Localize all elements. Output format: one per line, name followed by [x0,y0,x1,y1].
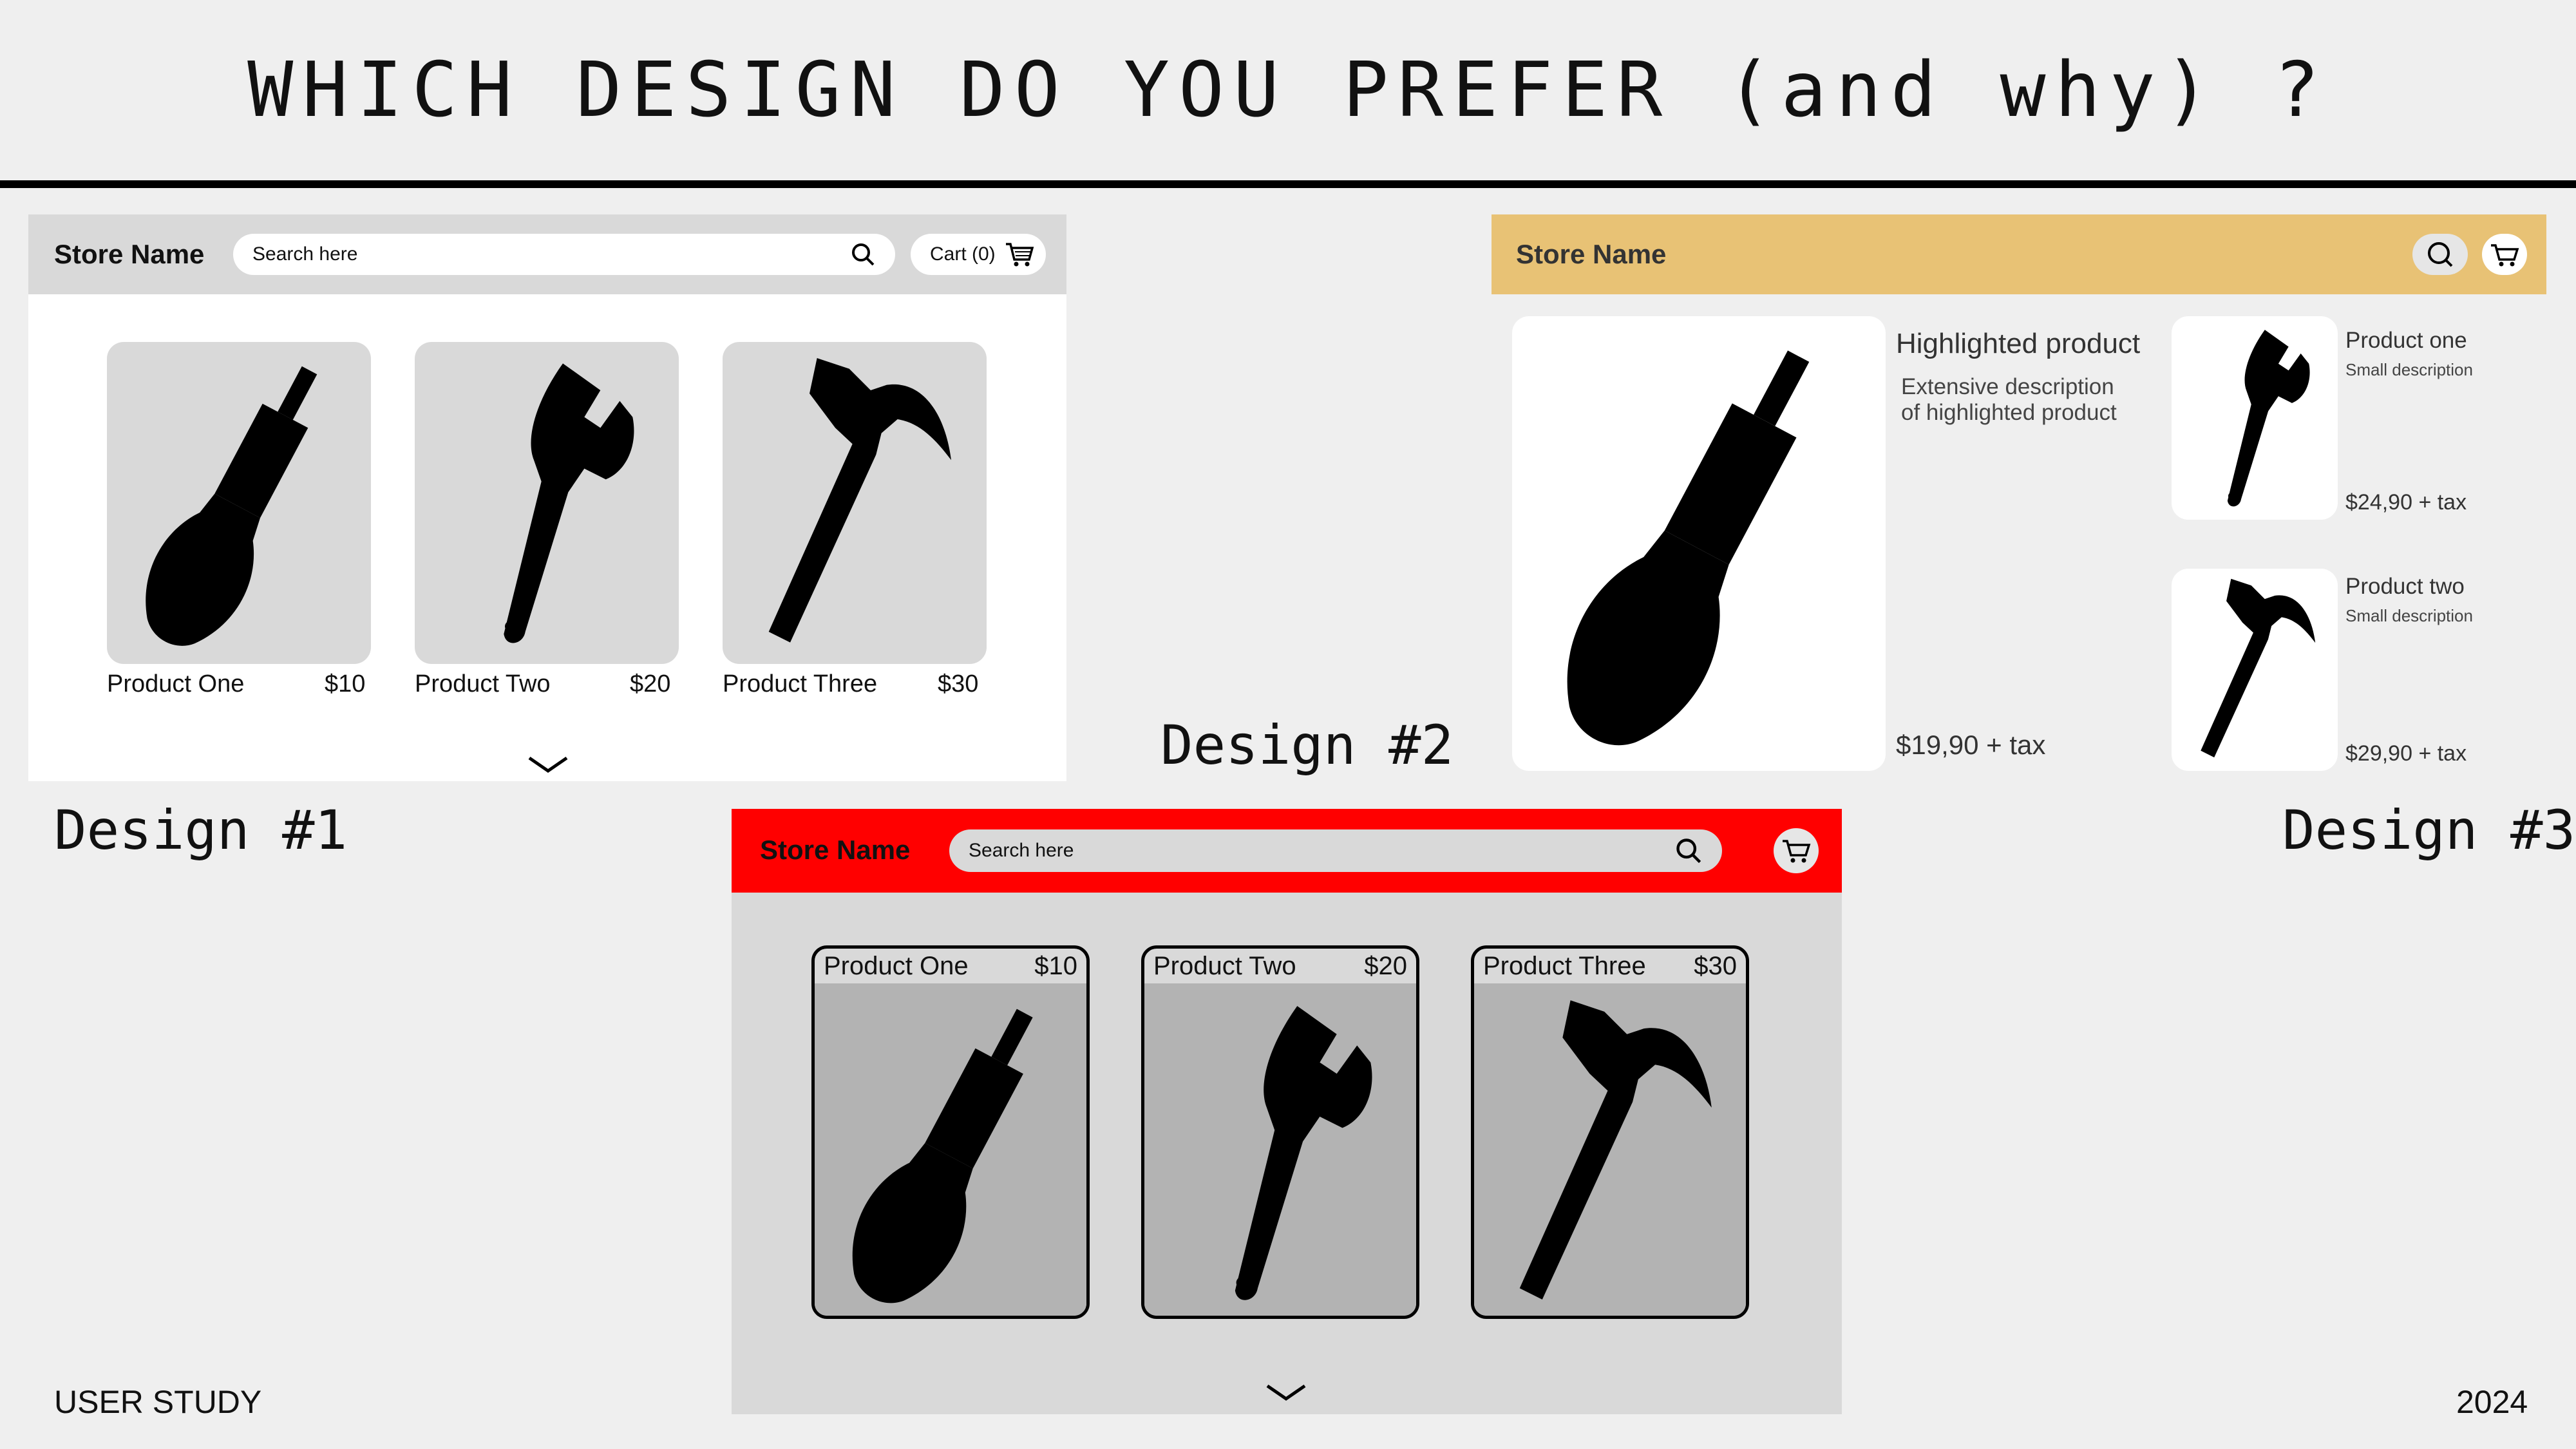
design-2-header: Store Name Search here [732,809,1842,893]
search-icon[interactable] [1674,837,1703,865]
store-name: Store Name [1516,239,1667,269]
store-name: Store Name [760,835,911,865]
product-card-image[interactable] [2172,569,2338,771]
product-price: $10 [1034,951,1077,980]
page-title: WHICH DESIGN DO YOU PREFER (and why) ? [247,45,2329,134]
cart-button[interactable]: Cart (0) [911,234,1046,275]
design-3-header: Store Name [1492,214,2546,294]
screwdriver-icon [107,342,371,664]
search-input[interactable]: Search here [233,234,895,275]
design-2-mockup: Store Name Search here Product One $10 Pr… [732,809,1842,1414]
store-name: Store Name [54,239,205,269]
highlighted-product-description: Extensive description [1901,374,2114,399]
product-price: $24,90 + tax [2345,490,2467,515]
product-name[interactable]: Product Two [415,670,551,698]
product-card[interactable]: Product Two $20 [1141,945,1419,1319]
product-card-image[interactable] [415,342,679,664]
cart-icon [1005,242,1034,267]
screwdriver-icon [815,983,1086,1319]
design-1-mockup: Store Name Search here Cart (0) Product … [28,214,1066,781]
chevron-down-icon[interactable] [1265,1383,1307,1406]
design-3-mockup: Store Name Highlighted product Extensive… [1492,214,2546,794]
product-price: $20 [630,670,671,697]
search-input[interactable]: Search here [949,829,1722,872]
cart-icon [2491,244,2519,267]
highlighted-product-price: $19,90 + tax [1896,730,2046,760]
product-price: $29,90 + tax [2345,741,2467,766]
search-icon[interactable] [850,242,876,267]
cart-button[interactable] [2482,234,2527,275]
product-price: $10 [325,670,366,697]
cart-icon [1783,840,1811,863]
product-description: Small description [2345,360,2473,379]
product-name[interactable]: Product One [107,670,244,698]
design-3-label: Design #3 [2282,799,2576,862]
design-1-label: Design #1 [54,799,348,862]
product-name: Product Three [1483,951,1646,980]
product-image [1144,983,1416,1319]
screwdriver-icon [1512,316,1886,771]
product-card-image[interactable] [107,342,371,664]
footer-user-study: USER STUDY [54,1384,262,1420]
product-price: $30 [1694,951,1737,980]
product-description: Small description [2345,606,2473,625]
cart-button[interactable] [1774,828,1819,873]
product-name[interactable]: Product two [2345,574,2465,600]
product-name: Product One [824,951,969,980]
search-placeholder: Search here [969,840,1074,861]
product-price: $20 [1364,951,1407,980]
wrench-icon [1144,983,1416,1319]
search-icon [2428,242,2453,267]
wrench-icon [2172,316,2338,520]
product-price: $30 [938,670,979,697]
hammer-icon [2172,569,2338,771]
highlighted-product-title[interactable]: Highlighted product [1896,328,2140,360]
product-card-image[interactable] [2172,316,2338,520]
design-1-header: Store Name Search here Cart (0) [28,214,1066,294]
cart-label: Cart (0) [930,243,996,265]
product-card[interactable]: Product One $10 [811,945,1090,1319]
chevron-down-icon[interactable] [527,755,569,778]
product-name[interactable]: Product Three [723,670,877,698]
design-2-label: Design #2 [1160,714,1454,777]
hammer-icon [1474,983,1746,1319]
highlighted-product-description: of highlighted product [1901,400,2117,425]
search-placeholder: Search here [252,243,358,265]
product-image [1474,983,1746,1319]
product-card[interactable]: Product Three $30 [1471,945,1749,1319]
title-divider [0,180,2576,188]
highlighted-product-image[interactable] [1512,316,1886,771]
footer-year: 2024 [2456,1384,2528,1420]
hammer-icon [723,342,987,664]
product-image [815,983,1086,1319]
search-button[interactable] [2412,234,2468,275]
product-name: Product Two [1153,951,1296,980]
product-card-image[interactable] [723,342,987,664]
wrench-icon [415,342,679,664]
product-name[interactable]: Product one [2345,328,2467,354]
